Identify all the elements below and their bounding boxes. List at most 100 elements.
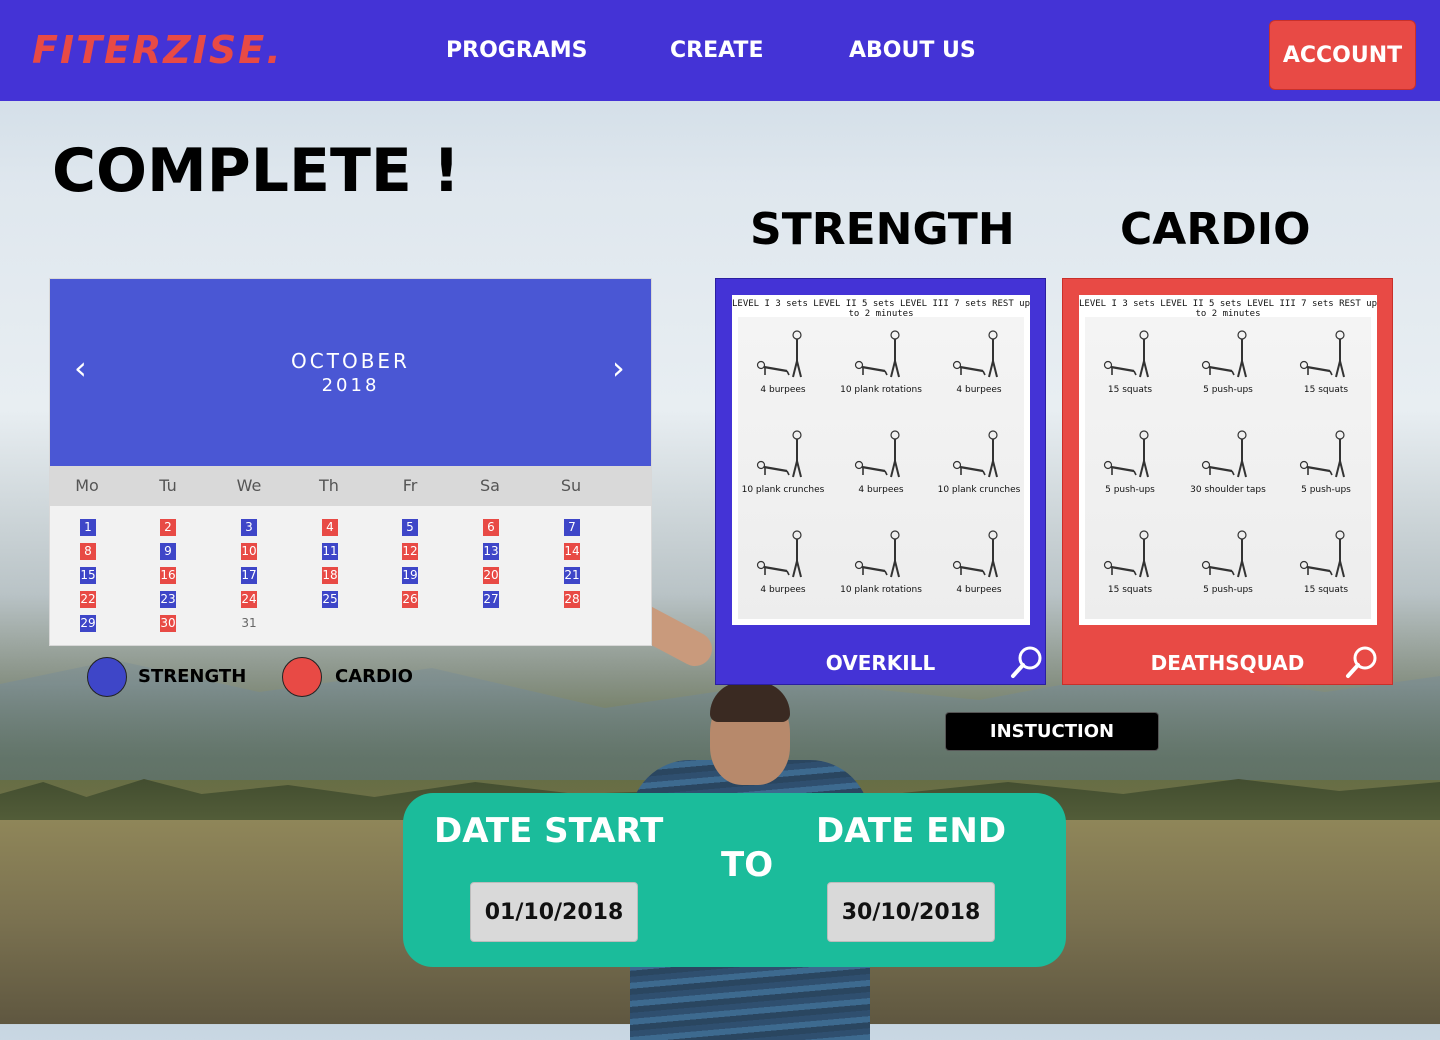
workout-levels: LEVEL I 3 sets LEVEL II 5 sets LEVEL III… [732,299,1031,319]
calendar-day[interactable]: 26 [402,591,418,608]
exercise-label: 10 plank rotations [840,585,922,595]
calendar-day[interactable]: 14 [564,543,580,560]
exercise-label: 10 plank crunches [741,485,825,495]
calendar-day[interactable]: 29 [80,615,96,632]
cardio-legend-label: CARDIO [335,666,413,687]
search-icon[interactable] [1010,645,1044,679]
calendar-day[interactable]: 3 [241,519,257,536]
calendar-day[interactable]: 28 [564,591,580,608]
exercise-label: 5 push-ups [1301,485,1351,495]
exercise-label: 4 burpees [858,485,904,495]
exercise-figure-icon [854,530,900,578]
cardio-program-card[interactable]: LEVEL I 3 sets LEVEL II 5 sets LEVEL III… [1062,278,1393,685]
strength-heading: STRENGTH [750,204,1015,255]
calendar-month: OCTOBER [291,349,410,373]
instruction-button[interactable]: INSTUCTION [945,712,1159,751]
exercise-figure-icon [1299,330,1345,378]
calendar-day[interactable]: 8 [80,543,96,560]
exercise-figure-icon [756,330,802,378]
calendar-day[interactable]: 18 [322,567,338,584]
date-end-label: DATE END [816,811,1007,851]
calendar-day[interactable]: 20 [483,567,499,584]
date-range-panel: DATE START TO DATE END 01/10/2018 30/10/… [403,793,1066,967]
calendar-day[interactable]: 1 [80,519,96,536]
workout-levels: LEVEL I 3 sets LEVEL II 5 sets LEVEL III… [1079,299,1378,319]
nav-programs[interactable]: PROGRAMS [446,38,588,63]
strength-legend-dot [87,657,127,697]
calendar-day[interactable]: 5 [402,519,418,536]
exercise-label: 4 burpees [956,585,1002,595]
exercise-figure-icon [854,330,900,378]
nav-create[interactable]: CREATE [670,38,763,63]
calendar-day[interactable]: 9 [160,543,176,560]
exercise-label: 30 shoulder taps [1190,485,1266,495]
calendar-day[interactable]: 25 [322,591,338,608]
calendar-day[interactable]: 13 [483,543,499,560]
calendar-day[interactable]: 15 [80,567,96,584]
calendar-day[interactable]: 11 [322,543,338,560]
calendar-day[interactable]: 10 [241,543,257,560]
weekday-label: We [236,476,262,495]
calendar-day[interactable]: 30 [160,615,176,632]
search-icon[interactable] [1345,645,1379,679]
exercise-figure-icon [756,430,802,478]
strength-program-card[interactable]: LEVEL I 3 sets LEVEL II 5 sets LEVEL III… [715,278,1046,685]
exercise-label: 4 burpees [760,385,806,395]
exercise-label: 15 squats [1107,585,1153,595]
exercise-figure-icon [952,530,998,578]
calendar-day[interactable]: 4 [322,519,338,536]
exercise-label: 10 plank crunches [937,485,1021,495]
exercise-figure-icon [756,530,802,578]
exercise-figure-icon [1201,530,1247,578]
calendar-year: 2018 [321,375,380,396]
weekday-label: Su [560,476,582,495]
date-to-label: TO [721,845,774,885]
exercise-label: 15 squats [1107,385,1153,395]
calendar-day[interactable]: 7 [564,519,580,536]
calendar-next-icon[interactable]: › [612,352,625,384]
strength-program-name: OVERKILL [825,651,936,675]
calendar-day[interactable]: 31 [241,615,257,632]
date-start-input[interactable]: 01/10/2018 [470,882,638,942]
top-navbar: FITERZISE. PROGRAMS CREATE ABOUT US ACCO… [0,0,1440,101]
calendar-day[interactable]: 19 [402,567,418,584]
date-end-input[interactable]: 30/10/2018 [827,882,995,942]
calendar-day[interactable]: 22 [80,591,96,608]
calendar-day[interactable]: 16 [160,567,176,584]
page-title: COMPLETE ! [52,136,461,206]
weekday-label: Th [319,476,339,495]
calendar-day[interactable]: 2 [160,519,176,536]
nav-about-us[interactable]: ABOUT US [849,38,976,63]
exercise-label: 10 plank rotations [840,385,922,395]
exercise-figure-icon [1103,430,1149,478]
exercise-figure-icon [854,430,900,478]
calendar-weekdays: Mo Tu We Th Fr Sa Su [50,466,651,506]
calendar-day[interactable]: 17 [241,567,257,584]
exercise-figure-icon [952,430,998,478]
exercise-figure-icon [1103,330,1149,378]
exercise-label: 15 squats [1303,585,1349,595]
calendar-day[interactable]: 23 [160,591,176,608]
calendar-day[interactable]: 6 [483,519,499,536]
brand-logo[interactable]: FITERZISE. [32,28,283,72]
calendar-day[interactable]: 27 [483,591,499,608]
cardio-legend-dot [282,657,322,697]
exercise-label: 4 burpees [760,585,806,595]
cardio-heading: CARDIO [1120,204,1311,255]
calendar: ‹ OCTOBER 2018 › Mo Tu We Th Fr Sa Su 12… [49,278,652,646]
exercise-figure-icon [1299,430,1345,478]
cardio-workout-image: LEVEL I 3 sets LEVEL II 5 sets LEVEL III… [1079,295,1377,625]
exercise-figure-icon [952,330,998,378]
account-button[interactable]: ACCOUNT [1269,20,1416,90]
calendar-day[interactable]: 21 [564,567,580,584]
strength-legend-label: STRENGTH [138,666,247,687]
exercise-label: 5 push-ups [1203,385,1253,395]
exercise-figure-icon [1299,530,1345,578]
weekday-label: Fr [402,476,418,495]
weekday-label: Mo [75,476,99,495]
calendar-day[interactable]: 24 [241,591,257,608]
exercise-label: 5 push-ups [1203,585,1253,595]
calendar-day[interactable]: 12 [402,543,418,560]
exercise-figure-icon [1103,530,1149,578]
exercise-figure-icon [1201,330,1247,378]
